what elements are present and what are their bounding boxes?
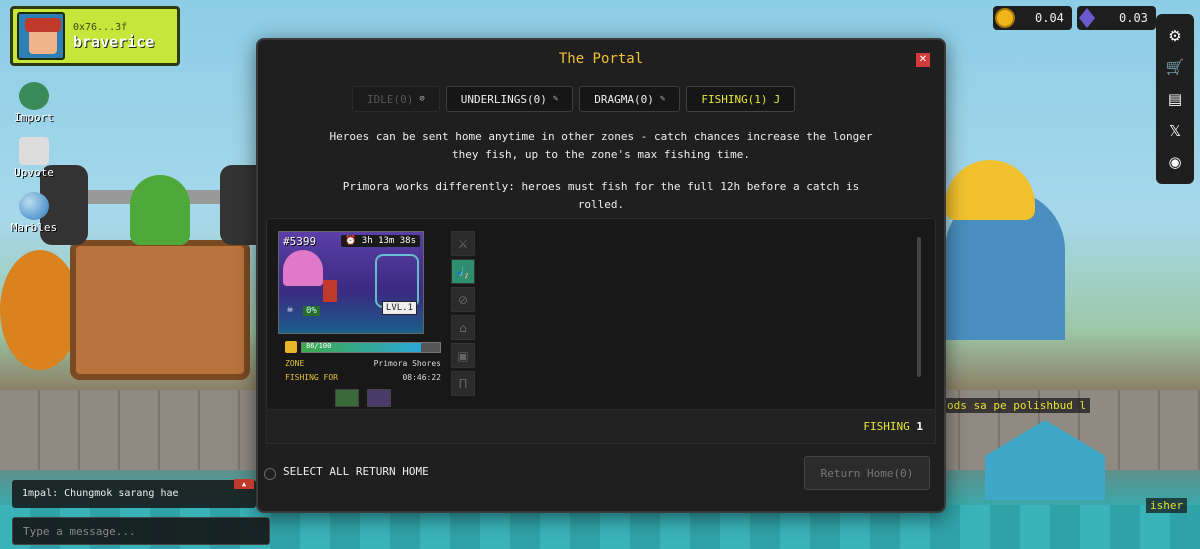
catch-items — [335, 389, 391, 407]
status-bar: FISHING 1 — [266, 410, 936, 444]
document-icon[interactable]: ▤ — [1168, 90, 1182, 108]
hero-id: #5399 — [283, 235, 317, 248]
chat-collapse-icon[interactable]: ▲ — [234, 479, 254, 489]
mushroom-decor — [283, 250, 323, 286]
armor-icon[interactable]: ▣ — [451, 343, 475, 368]
fishing-for-label: FISHING FOR — [285, 373, 338, 382]
zone-label: ZONE — [285, 359, 305, 368]
frog-character — [130, 175, 190, 245]
tab-fishing-label: FISHING(1) — [701, 92, 768, 106]
upvote-button[interactable]: Upvote — [8, 137, 60, 179]
zone-value: Primora Shores — [373, 359, 441, 368]
chat-message: 1mpal: Chungmok sarang hae — [12, 480, 256, 508]
import-icon — [19, 82, 49, 110]
hero-percent: 0% — [303, 306, 320, 316]
energy-value: 86/100 — [306, 341, 332, 350]
gem-balance[interactable]: 0.03 — [1077, 6, 1156, 30]
hero-level: LVL.1 — [381, 301, 417, 315]
marbles-button[interactable]: Marbles — [8, 192, 60, 234]
barrel-building — [70, 240, 250, 380]
cart-icon[interactable]: 🛒 — [1166, 58, 1185, 76]
duck-statue — [945, 160, 1035, 220]
hero-timer: ⏰ 3h 13m 38s — [341, 235, 420, 247]
portal-modal: The Portal ✕ IDLE(0) ⊘ UNDERLINGS(0) ✎ D… — [256, 38, 946, 513]
marbles-icon — [19, 192, 49, 220]
tab-underlings[interactable]: UNDERLINGS(0) ✎ — [445, 86, 574, 112]
tab-idle-label: IDLE(0) — [367, 92, 414, 106]
coin-amount: 0.04 — [1035, 11, 1064, 25]
autumn-tree — [0, 250, 80, 370]
scrollbar[interactable] — [917, 237, 921, 377]
description-general: Heroes can be sent home anytime in other… — [329, 130, 873, 161]
gem-icon — [1079, 8, 1095, 28]
pencil-icon: ✎ — [659, 94, 666, 104]
upvote-label: Upvote — [14, 166, 54, 179]
fishing-net — [375, 254, 419, 308]
energy-meter: 86/100 — [285, 341, 441, 353]
wallet-address: 0x76...3f — [73, 21, 128, 33]
avatar — [17, 12, 65, 60]
energy-bar: 86/100 — [301, 341, 441, 353]
tab-idle[interactable]: IDLE(0) ⊘ — [352, 86, 440, 112]
coin-balance[interactable]: 0.04 — [993, 6, 1072, 30]
select-all-label[interactable]: SELECT ALL RETURN HOME — [283, 465, 429, 478]
tab-underlings-label: UNDERLINGS(0) — [460, 92, 547, 106]
modal-footer: SELECT ALL RETURN HOME Return Home(0) — [258, 450, 944, 498]
fishing-status: FISHING 1 — [863, 420, 923, 433]
import-button[interactable]: Import — [8, 82, 60, 124]
helmet-icon[interactable]: ⌂ — [451, 315, 475, 340]
player-nameplate: isher — [1146, 498, 1188, 513]
import-label: Import — [14, 111, 54, 124]
blocked-icon: ⊘ — [419, 94, 425, 104]
player-nameplates: ods sa pe polishbud l — [943, 398, 1091, 413]
marbles-label: Marbles — [10, 221, 58, 234]
fishing-hook-icon: J — [773, 92, 781, 106]
select-all-checkbox[interactable] — [264, 468, 276, 480]
description: Heroes can be sent home anytime in other… — [318, 128, 884, 214]
return-home-button[interactable]: Return Home(0) — [804, 456, 930, 490]
coin-icon — [995, 8, 1015, 28]
hero-list[interactable]: #5399 ⏰ 3h 13m 38s ☠ 0% LVL.1 ⚔ 🎣 ⊘ ⌂ ▣ … — [266, 218, 936, 410]
catch-item[interactable] — [367, 389, 391, 407]
discord-icon[interactable]: ◉ — [1168, 153, 1181, 171]
catch-item[interactable] — [335, 389, 359, 407]
shield-icon[interactable]: ⊘ — [451, 287, 475, 312]
chat-input[interactable]: Type a message... — [12, 517, 270, 545]
pants-icon[interactable]: Π — [451, 371, 475, 396]
skull-icon: ☠ — [287, 304, 294, 315]
right-menu: ⚙ 🛒 ▤ 𝕏 ◉ — [1156, 14, 1194, 184]
tab-dragma[interactable]: DRAGMA(0) ✎ — [579, 86, 681, 112]
upvote-icon — [19, 137, 49, 165]
gem-amount: 0.03 — [1119, 11, 1148, 25]
sword-icon[interactable]: ⚔ — [451, 231, 475, 256]
close-button[interactable]: ✕ — [916, 53, 930, 67]
fishing-for-row: FISHING FOR 08:46:22 — [285, 373, 441, 382]
status-count: 1 — [916, 420, 923, 433]
zone-row: ZONE Primora Shores — [285, 359, 441, 368]
energy-icon — [285, 341, 297, 353]
hero-sprite — [323, 280, 337, 302]
pencil-icon: ✎ — [552, 94, 559, 104]
status-label: FISHING — [863, 420, 910, 433]
tab-fishing[interactable]: FISHING(1) J — [686, 86, 796, 112]
tab-dragma-label: DRAGMA(0) — [594, 92, 654, 106]
description-primora: Primora works differently: heroes must f… — [342, 180, 860, 211]
username: braverice — [73, 32, 155, 51]
fishing-for-value: 08:46:22 — [402, 373, 441, 382]
hero-portrait: #5399 ⏰ 3h 13m 38s ☠ 0% LVL.1 — [278, 231, 424, 334]
profile-card[interactable]: 0x76...3f braverice — [10, 6, 180, 66]
fishing-rod-icon[interactable]: 🎣 — [451, 259, 475, 284]
gear-icon[interactable]: ⚙ — [1168, 27, 1181, 45]
x-icon[interactable]: 𝕏 — [1169, 122, 1181, 140]
hero-card[interactable]: #5399 ⏰ 3h 13m 38s ☠ 0% LVL.1 ⚔ 🎣 ⊘ ⌂ ▣ … — [278, 231, 484, 421]
equipment-column: ⚔ 🎣 ⊘ ⌂ ▣ Π — [451, 231, 477, 396]
modal-title: The Portal — [558, 51, 644, 67]
tab-bar: IDLE(0) ⊘ UNDERLINGS(0) ✎ DRAGMA(0) ✎ FI… — [352, 86, 796, 112]
